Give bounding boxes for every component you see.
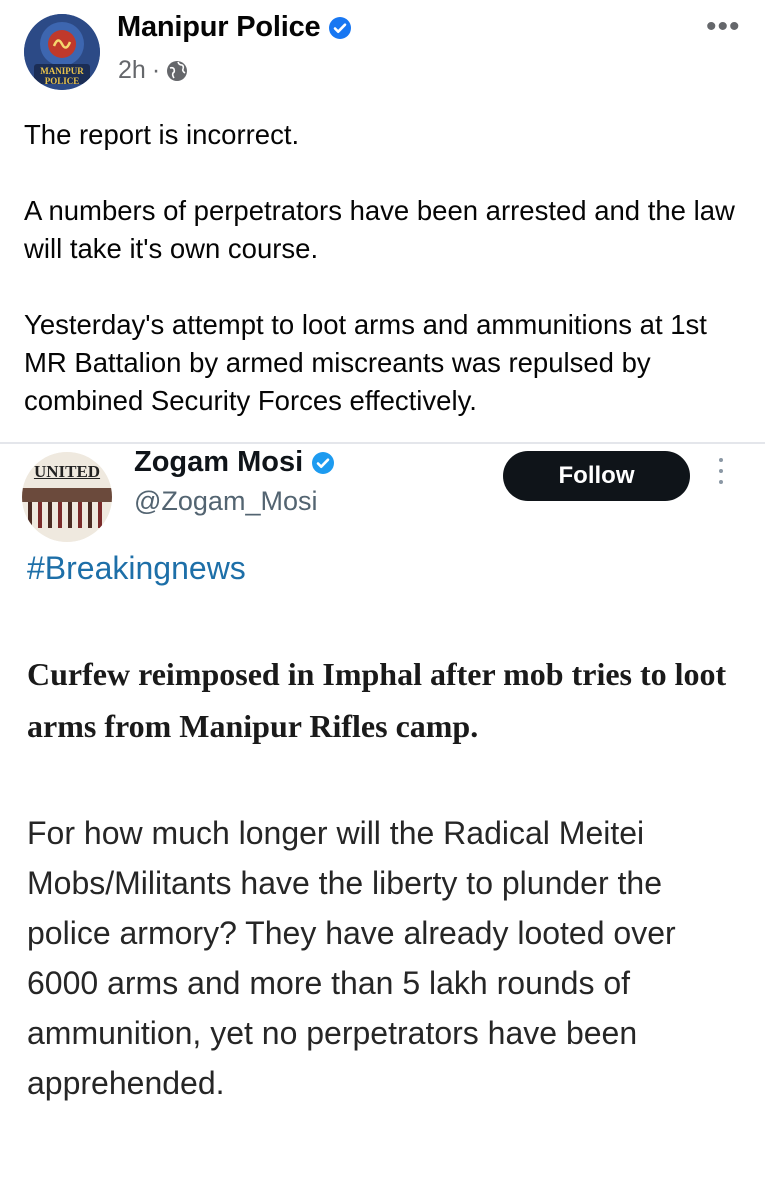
post-paragraph: The report is incorrect. <box>24 119 300 150</box>
avatar-text: UNITED <box>33 462 101 481</box>
globe-icon <box>167 60 188 81</box>
avatar-text-top: MANIPUR <box>40 66 84 76</box>
follow-button[interactable]: Follow <box>503 451 690 501</box>
news-headline: Curfew reimposed in Imphal after mob tri… <box>27 656 727 744</box>
post-paragraph: Yesterday's attempt to loot arms and amm… <box>24 309 707 416</box>
verified-badge-icon <box>329 16 352 39</box>
post-meta: 2h · <box>118 56 188 85</box>
tweet-avatar[interactable]: UNITED <box>22 452 112 542</box>
more-options-button[interactable]: ••• <box>706 10 741 44</box>
page-avatar[interactable]: MANIPUR POLICE <box>24 14 100 90</box>
tweet-more-icon[interactable] <box>716 458 726 494</box>
embedded-tweet: UNITED Zogam Mosi @Zogam_Mosi Follow #Br… <box>0 444 765 1200</box>
verified-badge-icon <box>312 451 335 474</box>
page-name[interactable]: Manipur Police <box>117 11 321 44</box>
tweet-body: For how much longer will the Radical Mei… <box>27 815 676 1101</box>
post-time[interactable]: 2h <box>118 56 146 85</box>
tweet-handle[interactable]: @Zogam_Mosi <box>134 486 317 517</box>
post-paragraph: A numbers of perpetrators have been arre… <box>24 195 735 264</box>
facebook-post: MANIPUR POLICE Manipur Police 2h · ••• T… <box>0 0 765 442</box>
hashtag-link[interactable]: #Breakingnews <box>27 550 246 587</box>
tweet-display-name[interactable]: Zogam Mosi <box>134 446 303 479</box>
post-text: The report is incorrect. A numbers of pe… <box>24 116 744 458</box>
avatar-text-bottom: POLICE <box>44 76 80 86</box>
page-name-row: Manipur Police <box>117 11 352 44</box>
meta-separator: · <box>151 56 161 84</box>
tweet-name-row: Zogam Mosi <box>134 446 335 479</box>
